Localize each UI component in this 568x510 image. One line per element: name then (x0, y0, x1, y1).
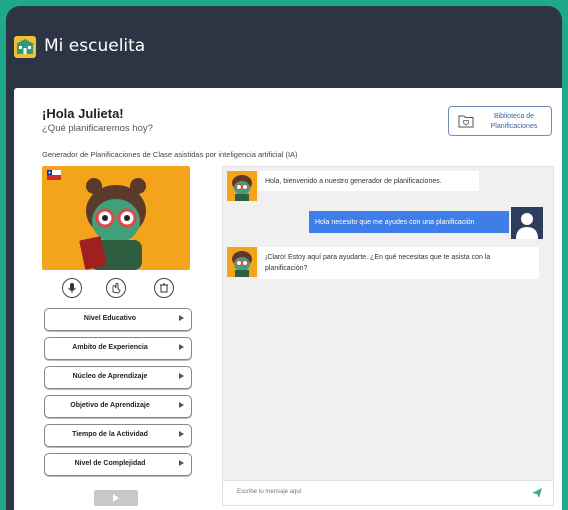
library-button[interactable]: Biblioteca de Planificaciones (448, 106, 552, 136)
chevron-right-icon (179, 344, 184, 350)
library-label-line2: Planificaciones (490, 123, 538, 130)
chevron-right-icon (179, 431, 184, 437)
menu-item-label: Tiempo de la Actividad (72, 431, 148, 438)
menu-item-label: Objetivo de Aprendizaje (70, 402, 150, 409)
library-label-line1: Biblioteca de (493, 113, 535, 120)
chat-message-bot: ¡Claro! Estoy aquí para ayudarte. ¿En qu… (223, 247, 553, 297)
chevron-right-icon (179, 315, 184, 321)
sign-language-icon[interactable] (106, 278, 126, 298)
menu-item-label: Ambito de Experiencia (72, 344, 148, 351)
main-panel: ¡Hola Julieta! ¿Qué planificaremos hoy? … (14, 88, 562, 510)
bot-avatar (227, 171, 257, 201)
chevron-right-icon (179, 460, 184, 466)
bot-avatar (227, 247, 257, 277)
chat-input[interactable]: Escribe tu mensaje aquí (237, 489, 301, 495)
user-avatar (511, 207, 543, 239)
chevron-right-icon (179, 402, 184, 408)
app-title: Mi escuelita (44, 36, 146, 56)
play-button[interactable] (94, 490, 138, 506)
assistant-avatar (42, 166, 190, 270)
chat-input-bar: Escribe tu mensaje aquí (223, 480, 553, 505)
greeting-question: ¿Qué planificaremos hoy? (42, 123, 153, 134)
tool-bar (42, 278, 190, 302)
chat-message-user: Hola necesito que me ayudes con una plan… (223, 207, 553, 247)
app-frame: Mi escuelita ¡Hola Julieta! ¿Qué planifi… (6, 6, 562, 510)
menu-item-tiempo-actividad[interactable]: Tiempo de la Actividad (44, 424, 192, 447)
school-logo-icon[interactable] (14, 36, 36, 58)
menu-item-nivel-complejidad[interactable]: Nivel de Complejidad (44, 453, 192, 476)
chat-message-bot: Hola, bienvenido a nuestro generador de … (223, 167, 553, 207)
menu-item-ambito-experiencia[interactable]: Ambito de Experiencia (44, 337, 192, 360)
menu-item-objetivo-aprendizaje[interactable]: Objetivo de Aprendizaje (44, 395, 192, 418)
menu-item-label: Núcleo de Aprendizaje (72, 373, 148, 380)
page-subtitle: Generador de Planificaciones de Clase as… (42, 150, 298, 159)
play-icon (113, 494, 119, 502)
menu-item-label: Nivel de Complejidad (74, 460, 146, 467)
chat-message-text: Hola necesito que me ayudes con una plan… (309, 211, 509, 233)
microphone-icon[interactable] (62, 278, 82, 298)
avatar-character (79, 178, 146, 270)
planning-options-menu: Nivel Educativo Ambito de Experiencia Nú… (44, 308, 192, 482)
trash-icon[interactable] (154, 278, 174, 298)
menu-item-nivel-educativo[interactable]: Nivel Educativo (44, 308, 192, 331)
chat-message-text: Hola, bienvenido a nuestro generador de … (259, 171, 479, 191)
chat-message-text: ¡Claro! Estoy aquí para ayudarte. ¿En qu… (259, 247, 539, 279)
chile-flag-icon (47, 170, 61, 180)
menu-item-nucleo-aprendizaje[interactable]: Núcleo de Aprendizaje (44, 366, 192, 389)
folder-heart-icon (458, 115, 474, 128)
menu-item-label: Nivel Educativo (83, 315, 137, 322)
chat-window: Hola, bienvenido a nuestro generador de … (222, 166, 554, 506)
send-icon[interactable] (531, 487, 543, 499)
chevron-right-icon (179, 373, 184, 379)
top-bar: Mi escuelita (6, 6, 562, 88)
greeting-heading: ¡Hola Julieta! (42, 106, 124, 121)
